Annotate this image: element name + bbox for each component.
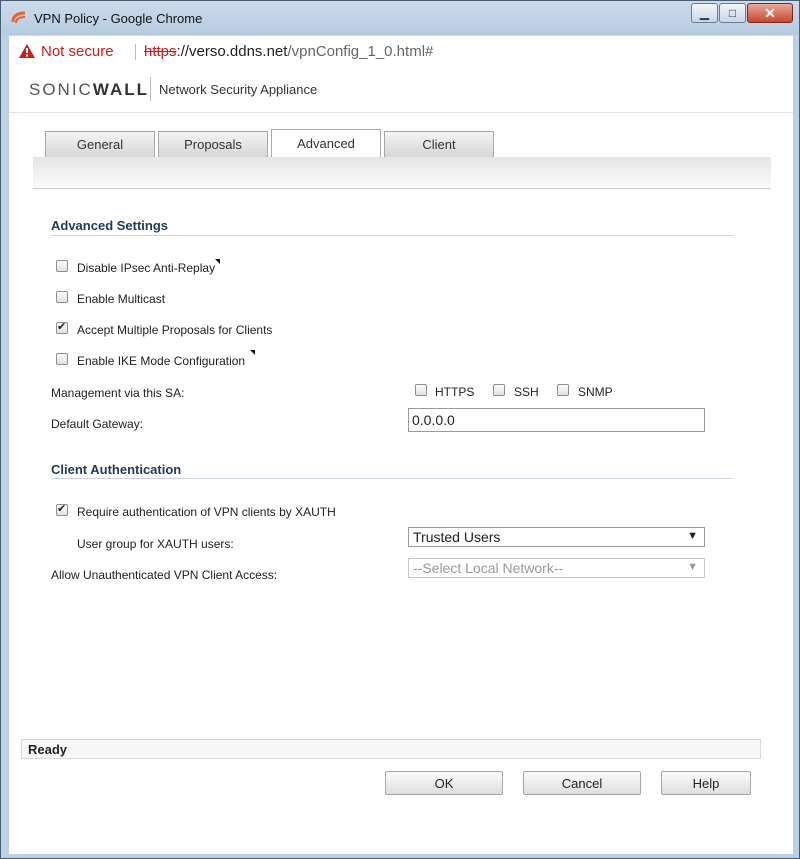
dropdown-arrow-icon: ▼ <box>687 561 698 573</box>
help-marker-icon[interactable] <box>250 350 255 355</box>
address-divider <box>135 44 136 60</box>
user-group-label: User group for XAUTH users: <box>77 537 234 551</box>
maximize-icon: □ <box>728 6 737 20</box>
ssh-checkbox[interactable] <box>493 384 505 396</box>
require-xauth-checkbox[interactable] <box>56 502 68 516</box>
title-bar: VPN Policy - Google Chrome ▁ □ ✕ <box>1 1 799 35</box>
tab-general[interactable]: General <box>45 131 155 157</box>
address-bar[interactable]: Not secure https://verso.ddns.net/vpnCon… <box>9 35 793 67</box>
browser-window: VPN Policy - Google Chrome ▁ □ ✕ Not sec… <box>0 0 800 859</box>
advanced-settings-heading: Advanced Settings <box>51 218 169 233</box>
accept-multiple-proposals-checkbox[interactable] <box>56 320 68 334</box>
sonicwall-logo: SONICWALL <box>29 80 149 99</box>
enable-multicast-label: Enable Multicast <box>77 292 166 306</box>
management-label: Management via this SA: <box>51 386 185 400</box>
window-controls: ▁ □ ✕ <box>690 3 793 25</box>
tab-advanced[interactable]: Advanced <box>271 129 381 157</box>
accept-multiple-proposals-label: Accept Multiple Proposals for Clients <box>77 323 273 337</box>
section-divider <box>51 478 733 479</box>
warning-icon <box>19 44 35 58</box>
unauthenticated-access-label: Allow Unauthenticated VPN Client Access: <box>51 568 278 582</box>
ok-button[interactable]: OK <box>385 771 503 795</box>
default-gateway-label: Default Gateway: <box>51 417 144 431</box>
user-group-select[interactable]: Trusted Users ▼ <box>408 527 705 547</box>
https-checkbox[interactable] <box>415 384 427 396</box>
disable-anti-replay-label: Disable IPsec Anti-Replay <box>77 261 216 275</box>
tab-bar: General Proposals Advanced Client <box>45 129 497 157</box>
product-name: Network Security Appliance <box>159 82 318 97</box>
brand-header: SONICWALL Network Security Appliance <box>9 67 793 113</box>
enable-ike-mode-label: Enable IKE Mode Configuration <box>77 354 246 368</box>
url-scheme: https <box>144 43 177 60</box>
https-label: HTTPS <box>435 385 475 399</box>
sonicwall-app-icon <box>11 11 26 24</box>
cancel-button[interactable]: Cancel <box>523 771 641 795</box>
help-button[interactable]: Help <box>661 771 751 795</box>
unauthenticated-access-select[interactable]: --Select Local Network-- ▼ <box>408 558 705 578</box>
ssh-label: SSH <box>514 385 539 399</box>
window-title: VPN Policy - Google Chrome <box>34 11 203 26</box>
tab-proposals[interactable]: Proposals <box>158 131 268 157</box>
client-authentication-heading: Client Authentication <box>51 462 182 477</box>
dropdown-arrow-icon: ▼ <box>687 530 698 542</box>
page-content: SONICWALL Network Security Appliance Gen… <box>9 67 793 854</box>
tab-client[interactable]: Client <box>384 131 494 157</box>
brand-divider <box>150 77 151 101</box>
user-group-value: Trusted Users <box>413 529 501 545</box>
maximize-button[interactable]: □ <box>719 3 746 23</box>
help-marker-icon[interactable] <box>215 259 220 264</box>
status-bar: Ready <box>21 739 761 759</box>
default-gateway-input[interactable]: 0.0.0.0 <box>408 408 705 432</box>
unauthenticated-access-value: --Select Local Network-- <box>413 560 564 576</box>
require-xauth-label: Require authentication of VPN clients by… <box>77 505 336 519</box>
url-text[interactable]: https://verso.ddns.net/vpnConfig_1_0.htm… <box>144 43 433 60</box>
security-status[interactable]: Not secure <box>41 43 114 60</box>
close-button[interactable]: ✕ <box>747 3 793 23</box>
close-icon: ✕ <box>764 4 776 21</box>
snmp-label: SNMP <box>578 385 613 399</box>
minimize-button[interactable]: ▁ <box>691 3 718 23</box>
enable-ike-mode-checkbox[interactable] <box>56 353 68 365</box>
tab-panel-header <box>33 157 771 189</box>
url-path: /vpnConfig_1_0.html# <box>287 43 434 60</box>
snmp-checkbox[interactable] <box>557 384 569 396</box>
disable-anti-replay-checkbox[interactable] <box>56 260 68 272</box>
section-divider <box>51 235 733 236</box>
enable-multicast-checkbox[interactable] <box>56 291 68 303</box>
url-host: ://verso.ddns.net <box>176 43 288 60</box>
minimize-icon: ▁ <box>699 6 710 20</box>
